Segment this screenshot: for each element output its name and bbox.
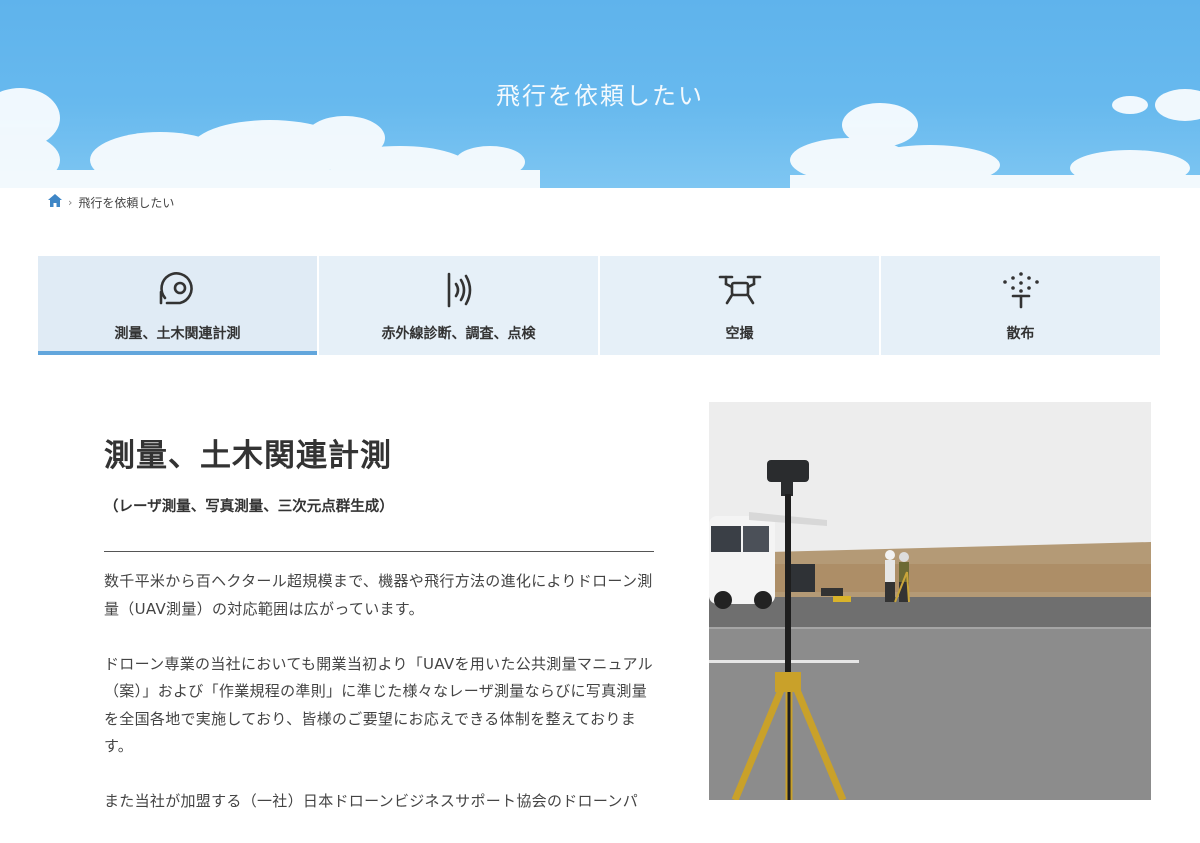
- tab-label: 測量、土木関連計測: [114, 326, 241, 342]
- breadcrumb-current: 飛行を依頼したい: [78, 195, 175, 210]
- breadcrumb-separator: ›: [68, 195, 73, 209]
- survey-photo: [709, 402, 1151, 800]
- paragraph: また当社が加盟する（一社）日本ドローンビジネスサポート協会のドローンパ: [104, 792, 639, 810]
- tab-label: 散布: [1006, 326, 1035, 342]
- section-body: 数千平米から百ヘクタール超規模まで、機器や飛行方法の進化によりドローン測量（UA…: [104, 568, 654, 816]
- section-heading: 測量、土木関連計測: [104, 438, 392, 474]
- category-tabs: 測量、土木関連計測 赤外線診断、調査、点検 空撮 散布: [38, 256, 1160, 355]
- paragraph: ドローン専業の当社においても開業当初より「UAVを用いた公共測量マニュアル（案）…: [104, 654, 653, 756]
- survey-icon: [159, 272, 193, 305]
- section-survey: 測量、土木関連計測 （レーザ測量、写真測量、三次元点群生成） 数千平米から百ヘク…: [104, 430, 654, 843]
- paragraph: 数千平米から百ヘクタール超規模まで、機器や飛行方法の進化によりドローン測量（UA…: [104, 572, 653, 618]
- breadcrumb: › 飛行を依頼したい: [48, 194, 174, 210]
- page-title: 飛行を依頼したい: [496, 82, 704, 110]
- tab-infrared[interactable]: 赤外線診断、調査、点検: [319, 256, 598, 355]
- divider: [104, 551, 654, 552]
- hero-banner: 飛行を依頼したい: [0, 0, 1200, 188]
- section-subheading: （レーザ測量、写真測量、三次元点群生成）: [104, 499, 394, 515]
- spray-nozzle-icon: [1002, 272, 1039, 309]
- tab-label: 赤外線診断、調査、点検: [381, 326, 536, 342]
- tab-aerial[interactable]: 空撮: [600, 256, 879, 355]
- drone-icon: [718, 275, 761, 305]
- infrared-signal-icon: [447, 272, 471, 308]
- tab-label: 空撮: [725, 326, 754, 342]
- home-icon[interactable]: [48, 194, 62, 210]
- tab-spraying[interactable]: 散布: [881, 256, 1160, 355]
- tab-survey[interactable]: 測量、土木関連計測: [38, 256, 317, 355]
